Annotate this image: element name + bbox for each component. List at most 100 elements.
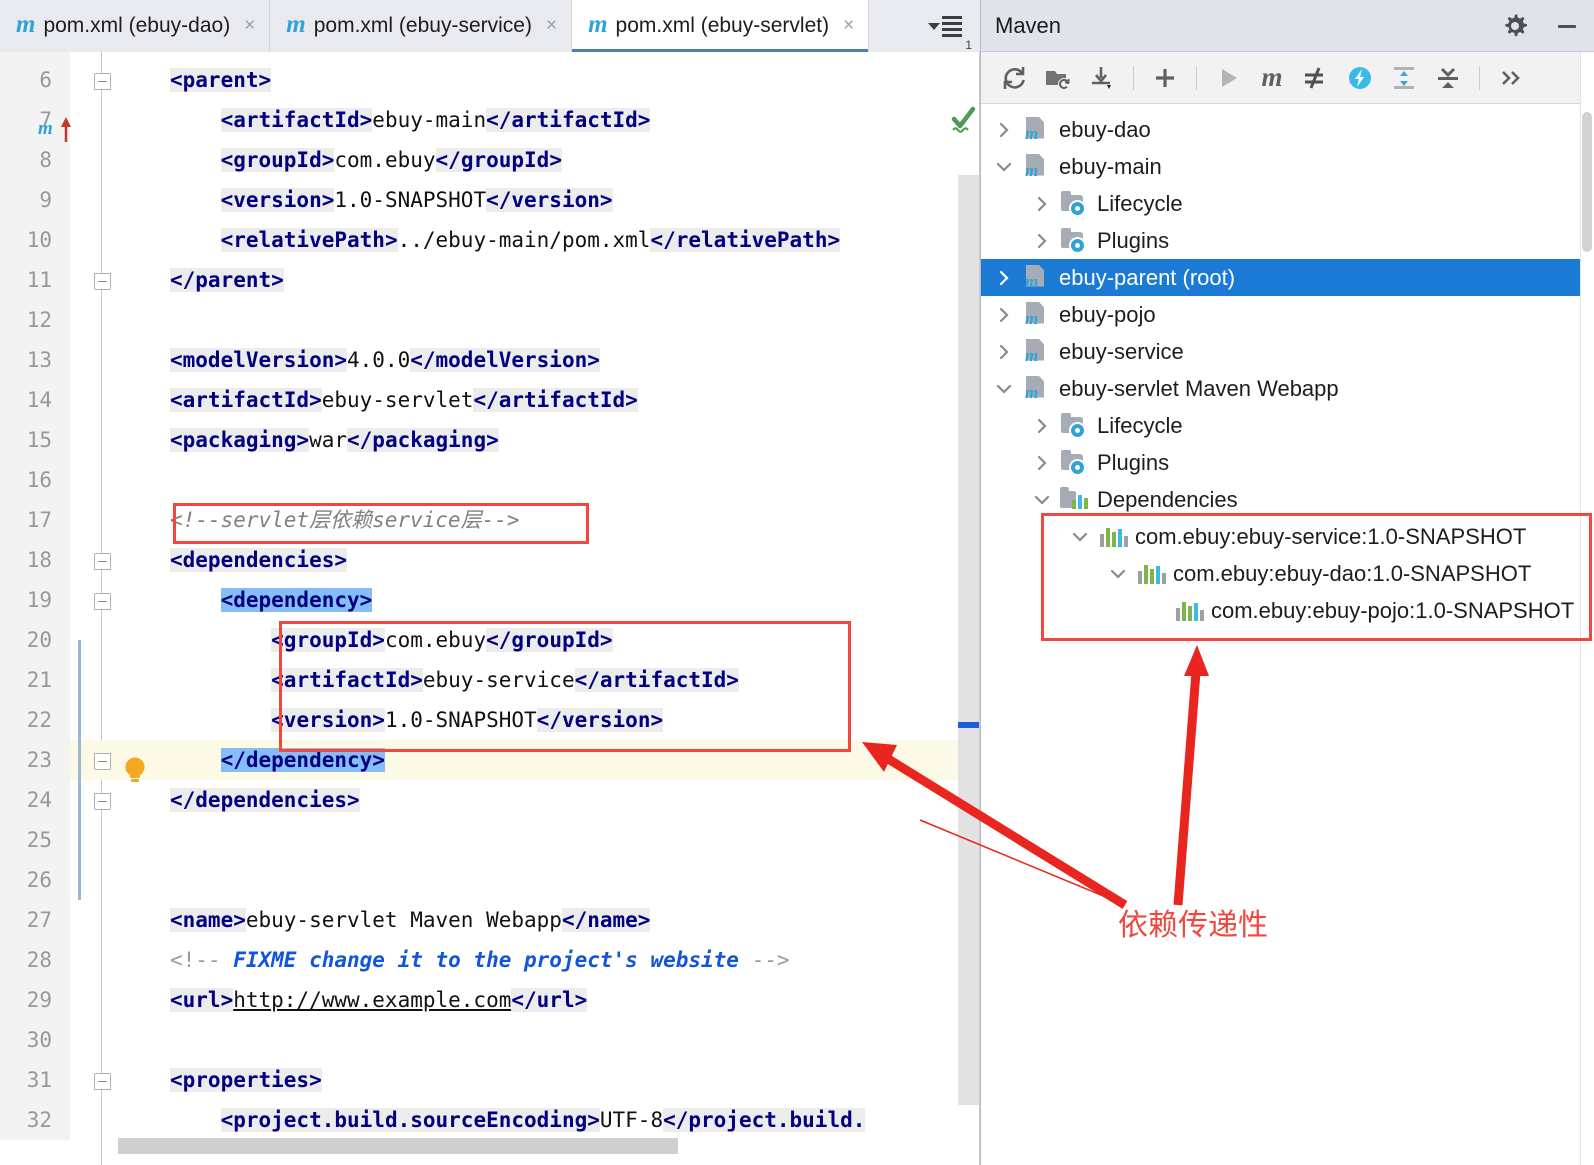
tree-expand-toggle[interactable] — [1101, 566, 1135, 582]
tab-close-icon[interactable]: × — [546, 15, 557, 37]
maven-tree-node-lifecycle[interactable]: Lifecycle — [981, 185, 1580, 222]
tree-expand-toggle[interactable] — [1025, 233, 1059, 249]
editor-horizontal-scrollbar[interactable] — [118, 1138, 678, 1154]
line-number: 19 — [26, 588, 52, 612]
check-ok-icon[interactable] — [950, 106, 976, 136]
code-line-19: 19 <dependency> — [0, 580, 980, 620]
line-number: 21 — [26, 668, 52, 692]
generate-sources-icon[interactable] — [1039, 59, 1077, 97]
maven-tree-node-label: Plugins — [1097, 227, 1170, 253]
lightbulb-icon[interactable] — [122, 756, 148, 786]
maven-tree-node-ebuy-servlet-maven-webapp[interactable]: m ebuy-servlet Maven Webapp — [981, 370, 1580, 407]
maven-tree-node-com-ebuy-ebuy-dao-1-0-snapshot[interactable]: com.ebuy:ebuy-dao:1.0-SNAPSHOT — [981, 555, 1580, 592]
tree-expand-toggle[interactable] — [987, 381, 1021, 397]
maven-tree-node-label: ebuy-service — [1059, 338, 1184, 364]
maven-scrollbar-thumb[interactable] — [1582, 112, 1592, 252]
toggle-skip-tests-icon[interactable] — [1297, 59, 1335, 97]
tree-expand-toggle[interactable] — [1063, 529, 1097, 545]
maven-tree-node-label: ebuy-main — [1059, 153, 1162, 179]
tree-expand-toggle[interactable] — [987, 270, 1021, 286]
code-text: <dependencies> — [170, 548, 348, 572]
collapse-all-icon[interactable] — [1429, 59, 1467, 97]
more-options-icon[interactable] — [1492, 59, 1530, 97]
maven-tree-node-com-ebuy-ebuy-pojo-1-0-snapshot[interactable]: com.ebuy:ebuy-pojo:1.0-SNAPSHOT — [981, 592, 1580, 629]
maven-header-actions — [1502, 13, 1580, 39]
add-maven-project-icon[interactable] — [1146, 59, 1184, 97]
line-number: 13 — [26, 348, 52, 372]
tree-expand-toggle[interactable] — [987, 307, 1021, 323]
tree-expand-toggle[interactable] — [1025, 492, 1059, 508]
fold-toggle[interactable] — [90, 740, 114, 780]
reload-all-projects-icon[interactable] — [995, 59, 1033, 97]
tab-list-icon — [942, 15, 963, 37]
maven-reimport-icon[interactable]: m — [38, 114, 78, 148]
code-line-26: 26 — [0, 860, 980, 900]
changed-lines-marker — [78, 640, 81, 900]
tab-pom-ebuy-servlet[interactable]: m pom.xml (ebuy-servlet) × — [572, 0, 870, 52]
line-number: 23 — [26, 748, 52, 772]
code-line-18: 18 <dependencies> — [0, 540, 980, 580]
tab-close-icon[interactable]: × — [244, 15, 255, 37]
maven-tree-node-com-ebuy-ebuy-service-1-0-snapshot[interactable]: com.ebuy:ebuy-service:1.0-SNAPSHOT — [981, 518, 1580, 555]
fold-toggle[interactable] — [90, 540, 114, 580]
maven-module-icon: m — [1021, 374, 1051, 404]
download-sources-icon[interactable] — [1083, 59, 1121, 97]
code-line-22: 22 <version>1.0-SNAPSHOT</version> — [0, 700, 980, 740]
toolbar-divider — [1479, 65, 1480, 90]
code-text: </dependency> — [220, 748, 385, 772]
maven-tree-node-ebuy-service[interactable]: m ebuy-service — [981, 333, 1580, 370]
fold-toggle[interactable] — [90, 580, 114, 620]
expand-all-icon[interactable] — [1385, 59, 1423, 97]
code-line-9: 9 <version>1.0-SNAPSHOT</version> — [0, 180, 980, 220]
maven-projects-tree[interactable]: m ebuy-dao m ebuy-main Lifecycle Plugins m ebuy… — [981, 105, 1580, 1165]
code-line-8: 8 <groupId>com.ebuy</groupId> — [0, 140, 980, 180]
tree-expand-toggle[interactable] — [1025, 196, 1059, 212]
maven-tree-node-ebuy-dao[interactable]: m ebuy-dao — [981, 111, 1580, 148]
fold-toggle[interactable] — [90, 780, 114, 820]
tab-label: pom.xml (ebuy-servlet) — [615, 14, 830, 37]
editor-vertical-scrollbar[interactable] — [958, 175, 980, 1105]
maven-tree-node-ebuy-pojo[interactable]: m ebuy-pojo — [981, 296, 1580, 333]
run-icon[interactable] — [1209, 59, 1247, 97]
code-text: <url>http://www.example.com</url> — [170, 988, 588, 1012]
tree-expand-toggle[interactable] — [1025, 418, 1059, 434]
execute-maven-goal-icon[interactable]: m — [1253, 59, 1291, 97]
tab-overflow-button[interactable]: 1 — [920, 0, 980, 52]
code-line-20: 20 <groupId>com.ebuy</groupId> — [0, 620, 980, 660]
fold-toggle[interactable] — [90, 60, 114, 100]
maven-tree-node-lifecycle[interactable]: Lifecycle — [981, 407, 1580, 444]
line-number: 20 — [26, 628, 52, 652]
tree-expand-toggle[interactable] — [987, 159, 1021, 175]
settings-gear-icon[interactable] — [1502, 13, 1528, 39]
line-number: 16 — [26, 468, 52, 492]
fold-toggle[interactable] — [90, 1060, 114, 1100]
tab-pom-ebuy-service[interactable]: m pom.xml (ebuy-service) × — [270, 0, 573, 52]
maven-tree-node-ebuy-parent-root[interactable]: m ebuy-parent (root) — [981, 259, 1580, 296]
toggle-offline-icon[interactable] — [1341, 59, 1379, 97]
maven-tree-node-ebuy-main[interactable]: m ebuy-main — [981, 148, 1580, 185]
maven-tree-node-dependencies[interactable]: Dependencies — [981, 481, 1580, 518]
code-text: <artifactId>ebuy-service</artifactId> — [271, 668, 739, 692]
maven-tree-node-label: com.ebuy:ebuy-pojo:1.0-SNAPSHOT — [1211, 597, 1575, 623]
tree-expand-toggle[interactable] — [987, 122, 1021, 138]
tab-close-icon[interactable]: × — [843, 15, 854, 37]
tree-expand-toggle[interactable] — [1025, 455, 1059, 471]
maven-tree-node-plugins[interactable]: Plugins — [981, 222, 1580, 259]
code-line-10: 10 <relativePath>../ebuy-main/pom.xml</r… — [0, 220, 980, 260]
code-editor[interactable]: 5 <!-- 继承ebuy-main父工程 --> 6 <parent> 7 <ar… — [0, 52, 980, 1165]
maven-module-icon: m — [1021, 152, 1051, 182]
dependency-icon — [1135, 559, 1166, 589]
tab-pom-ebuy-dao[interactable]: m pom.xml (ebuy-dao) × — [0, 0, 271, 52]
line-number: 6 — [39, 68, 52, 92]
fold-toggle[interactable] — [90, 260, 114, 300]
dependency-icon — [1173, 596, 1204, 626]
code-text: </dependencies> — [170, 788, 360, 812]
maven-tree-node-plugins[interactable]: Plugins — [981, 444, 1580, 481]
tree-expand-toggle[interactable] — [987, 344, 1021, 360]
maven-m-icon: m — [16, 11, 36, 38]
maven-vertical-scrollbar[interactable] — [1580, 52, 1594, 1165]
minimize-icon[interactable] — [1554, 13, 1580, 39]
line-number: 32 — [26, 1108, 52, 1132]
editor-tab-bar: m pom.xml (ebuy-dao) × m pom.xml (ebuy-s… — [0, 0, 980, 52]
code-text: <groupId>com.ebuy</groupId> — [220, 148, 562, 172]
